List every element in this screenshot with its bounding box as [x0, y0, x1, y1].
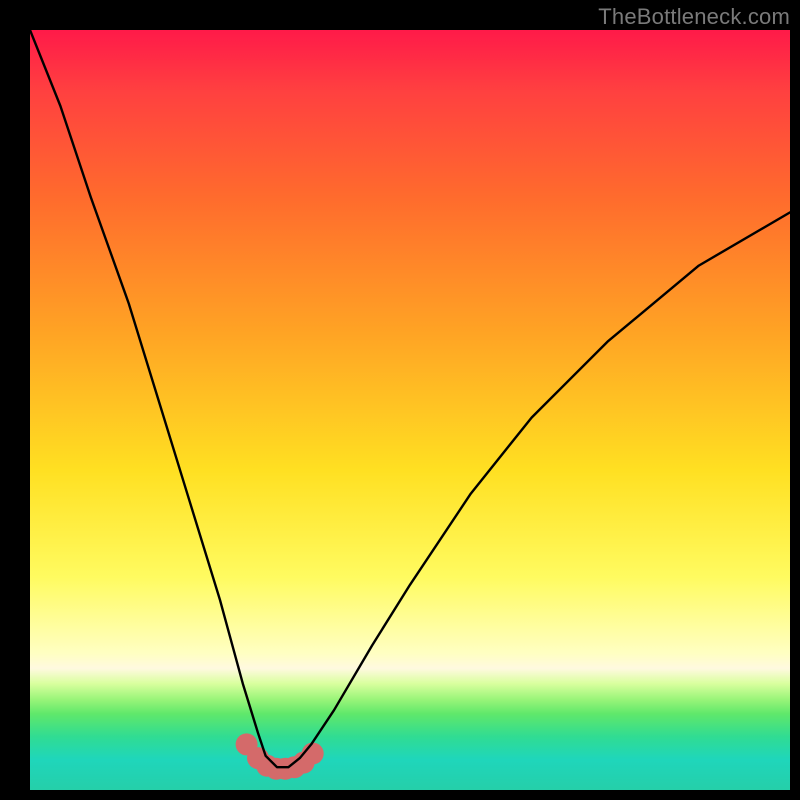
bottleneck-curve-svg — [30, 30, 790, 790]
plot-area — [30, 30, 790, 790]
watermark-text: TheBottleneck.com — [598, 4, 790, 30]
outer-black-frame: TheBottleneck.com — [0, 0, 800, 800]
bottleneck-curve-path — [30, 30, 790, 767]
trough-marker-band — [236, 733, 324, 779]
